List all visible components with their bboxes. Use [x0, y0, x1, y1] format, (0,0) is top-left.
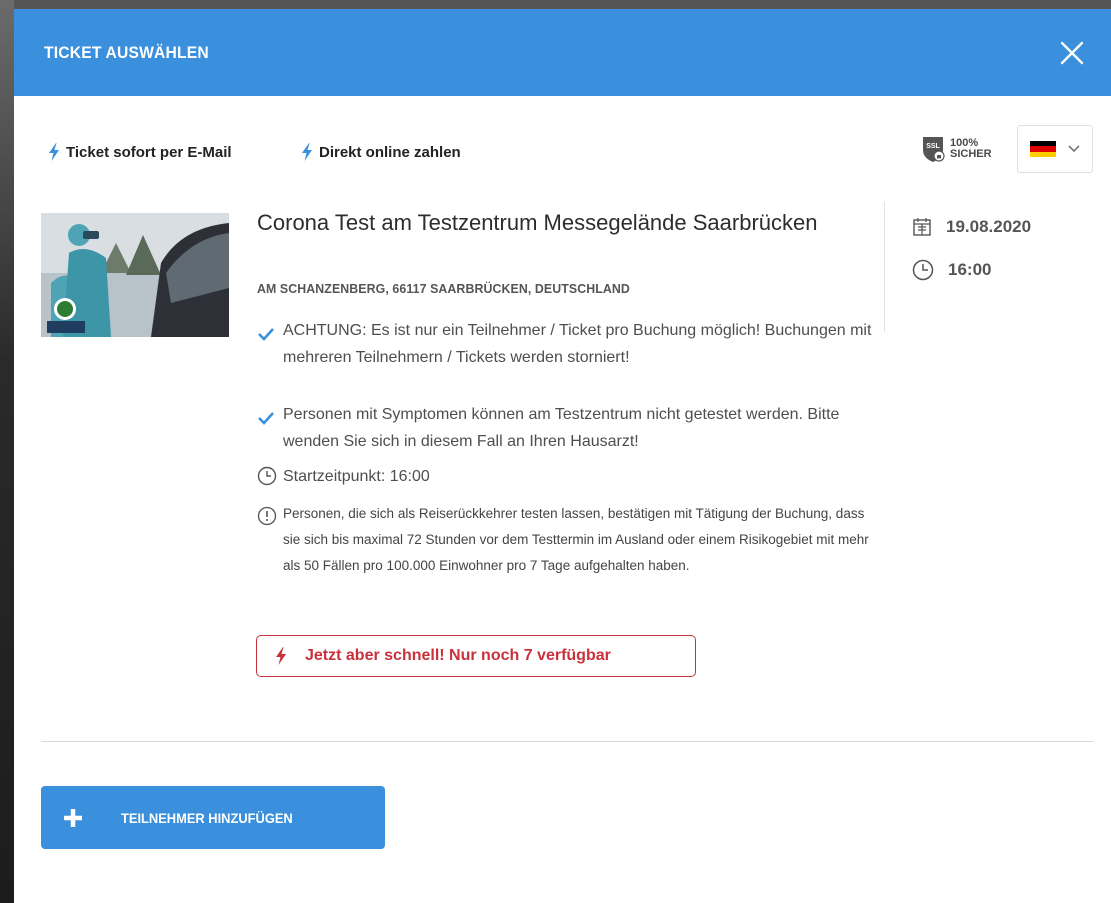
backdrop-edge	[0, 0, 14, 903]
close-icon[interactable]	[1057, 38, 1087, 68]
feature-email: Ticket sofort per E-Mail	[48, 143, 232, 161]
column-divider	[884, 202, 885, 332]
feature-label: Ticket sofort per E-Mail	[66, 143, 232, 161]
language-select[interactable]	[1017, 125, 1093, 173]
event-date: 19.08.2020	[912, 217, 1031, 237]
clock-icon	[257, 466, 277, 486]
lightning-icon	[49, 143, 59, 161]
section-divider	[41, 741, 1093, 742]
event-time-text: 16:00	[948, 260, 992, 279]
plus-icon	[64, 808, 82, 827]
add-participant-label: TEILNEHMER HINZUFÜGEN	[121, 809, 293, 826]
add-participant-button[interactable]: TEILNEHMER HINZUFÜGEN	[41, 786, 385, 849]
chevron-down-icon	[1068, 145, 1080, 153]
disclaimer-text: Personen, die sich als Reiserückkehrer t…	[283, 506, 869, 573]
note-text: Personen mit Symptomen können am Testzen…	[283, 406, 840, 450]
german-flag-icon	[1030, 141, 1056, 157]
event-time: 16:00	[912, 259, 991, 281]
info-exclamation-icon	[257, 506, 277, 526]
note-item: ACHTUNG: Es ist nur ein Teilnehmer / Tic…	[257, 317, 877, 371]
modal-title: TICKET AUSWÄHLEN	[44, 42, 209, 62]
check-icon	[258, 328, 274, 341]
ticket-modal: TICKET AUSWÄHLEN Ticket sofort per E-Mai…	[14, 9, 1111, 903]
lightning-icon	[276, 647, 286, 665]
start-time-row: Startzeitpunkt: 16:00	[257, 463, 430, 495]
note-text: ACHTUNG: Es ist nur ein Teilnehmer / Tic…	[283, 322, 872, 366]
availability-text: Jetzt aber schnell! Nur noch 7 verfügbar	[305, 647, 611, 664]
event-address: AM SCHANZENBERG, 66117 SAARBRÜCKEN, DEUT…	[257, 281, 630, 296]
note-item: Personen mit Symptomen können am Testzen…	[257, 401, 877, 455]
ssl-badge: SSL 100% SICHER	[920, 135, 992, 163]
backdrop	[0, 0, 1111, 9]
feature-bar: Ticket sofort per E-Mail Direkt online z…	[14, 121, 1111, 176]
feature-label: Direkt online zahlen	[319, 143, 461, 161]
clock-icon	[912, 259, 934, 281]
modal-header: TICKET AUSWÄHLEN	[14, 9, 1111, 96]
check-icon	[258, 412, 274, 425]
svg-text:SSL: SSL	[926, 143, 940, 150]
start-time-text: Startzeitpunkt: 16:00	[283, 468, 430, 485]
lightning-icon	[302, 143, 312, 161]
calendar-icon	[913, 218, 931, 236]
event-image	[41, 213, 229, 337]
ssl-word: SICHER	[950, 148, 992, 160]
availability-alert: Jetzt aber schnell! Nur noch 7 verfügbar	[256, 635, 696, 677]
feature-online-payment: Direkt online zahlen	[301, 143, 461, 161]
ssl-shield-icon: SSL	[923, 137, 945, 162]
event-title: Corona Test am Testzentrum Messegelände …	[257, 210, 818, 235]
event-date-text: 19.08.2020	[946, 217, 1032, 236]
disclaimer-row: Personen, die sich als Reiserückkehrer t…	[257, 501, 877, 579]
